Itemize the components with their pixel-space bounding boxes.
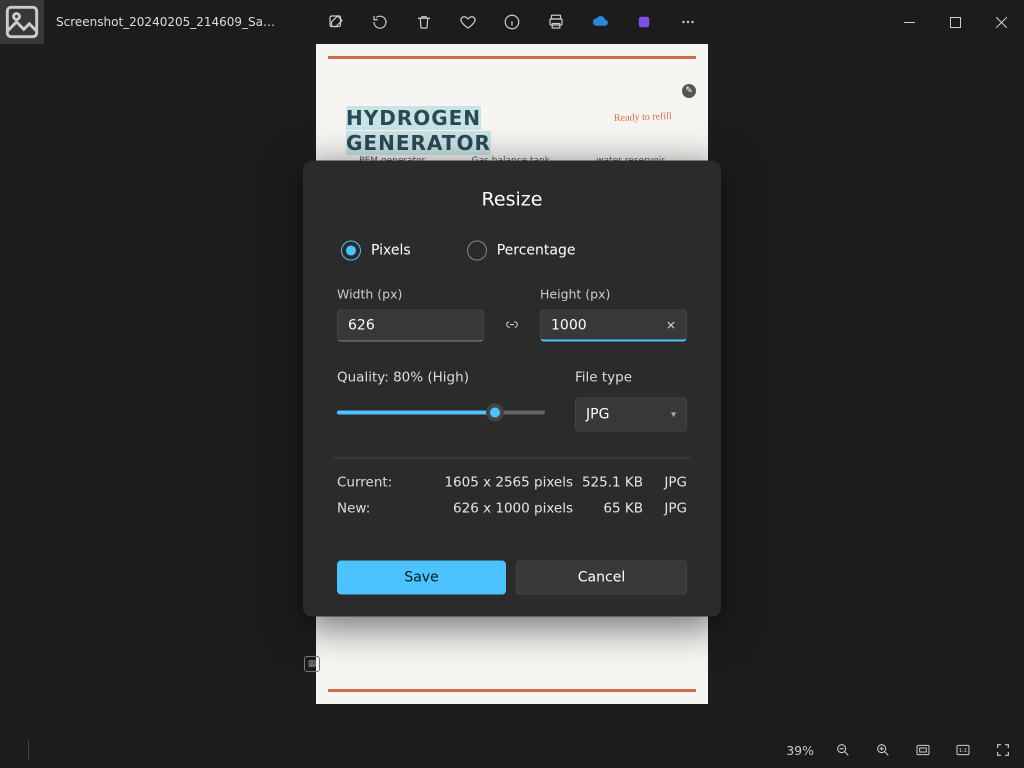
svg-text:1:1: 1:1: [959, 748, 968, 754]
window-controls: [886, 0, 1024, 44]
aspect-lock-icon[interactable]: [498, 311, 526, 339]
new-dimensions: 626 x 1000 pixels: [427, 501, 573, 517]
zoom-percentage: 39%: [786, 743, 814, 758]
more-icon[interactable]: [676, 10, 700, 34]
current-filesize: 525.1 KB: [573, 475, 643, 491]
edit-icon[interactable]: [324, 10, 348, 34]
image-annotation: Ready to refill: [614, 111, 672, 124]
new-format: JPG: [643, 501, 687, 517]
radio-percentage-label: Percentage: [497, 243, 576, 259]
onedrive-icon[interactable]: [588, 10, 612, 34]
titlebar: Screenshot_20240205_214609_Samsung...: [0, 0, 1024, 44]
image-title: HYDROGEN GENERATOR: [346, 108, 491, 155]
width-input[interactable]: 626: [337, 310, 484, 342]
info-icon[interactable]: [500, 10, 524, 34]
divider: [333, 458, 691, 459]
height-label: Height (px): [540, 287, 687, 302]
new-row-label: New:: [337, 501, 427, 517]
fit-icon[interactable]: [912, 739, 934, 761]
unit-radio-group: Pixels Percentage: [337, 241, 687, 261]
rotate-icon[interactable]: [368, 10, 392, 34]
fullscreen-icon[interactable]: [992, 739, 1014, 761]
cancel-button[interactable]: Cancel: [516, 561, 687, 595]
app-icon[interactable]: [0, 0, 44, 44]
chevron-down-icon: ▾: [671, 409, 676, 420]
toolbar: [324, 10, 700, 34]
radio-indicator-icon: [467, 241, 487, 261]
minimize-button[interactable]: [886, 6, 932, 38]
close-button[interactable]: [978, 6, 1024, 38]
radio-percentage[interactable]: Percentage: [467, 241, 576, 261]
zoom-out-icon[interactable]: [832, 739, 854, 761]
image-badge-icon: ✎: [682, 84, 696, 98]
file-name: Screenshot_20240205_214609_Samsung...: [56, 15, 276, 29]
save-button[interactable]: Save: [337, 561, 506, 595]
zoom-in-icon[interactable]: [872, 739, 894, 761]
filetype-label: File type: [575, 370, 687, 386]
size-comparison: Current: 1605 x 2565 pixels 525.1 KB JPG…: [337, 475, 687, 517]
delete-icon[interactable]: [412, 10, 436, 34]
current-format: JPG: [643, 475, 687, 491]
width-label: Width (px): [337, 287, 484, 302]
new-filesize: 65 KB: [573, 501, 643, 517]
current-dimensions: 1605 x 2565 pixels: [427, 475, 573, 491]
radio-indicator-icon: [341, 241, 361, 261]
height-input[interactable]: 1000 ✕: [540, 310, 687, 342]
filetype-select[interactable]: JPG ▾: [575, 398, 687, 432]
resize-dialog: Resize Pixels Percentage Width (px) 626 …: [303, 161, 721, 617]
favorite-icon[interactable]: [456, 10, 480, 34]
quality-label: Quality: 80% (High): [337, 370, 545, 386]
slider-thumb-icon[interactable]: [486, 404, 504, 422]
maximize-button[interactable]: [932, 6, 978, 38]
radio-pixels[interactable]: Pixels: [341, 241, 411, 261]
current-row-label: Current:: [337, 475, 427, 491]
statusbar: 39% 1:1: [0, 732, 1024, 768]
clear-height-icon[interactable]: ✕: [666, 318, 676, 332]
radio-pixels-label: Pixels: [371, 243, 411, 259]
filmstrip-icon[interactable]: ▦: [304, 656, 320, 672]
quality-slider[interactable]: [337, 404, 545, 422]
dialog-title: Resize: [337, 189, 687, 211]
actual-size-icon[interactable]: 1:1: [952, 739, 974, 761]
titlebar-left: Screenshot_20240205_214609_Samsung...: [0, 0, 276, 44]
clipchamp-icon[interactable]: [632, 10, 656, 34]
print-icon[interactable]: [544, 10, 568, 34]
